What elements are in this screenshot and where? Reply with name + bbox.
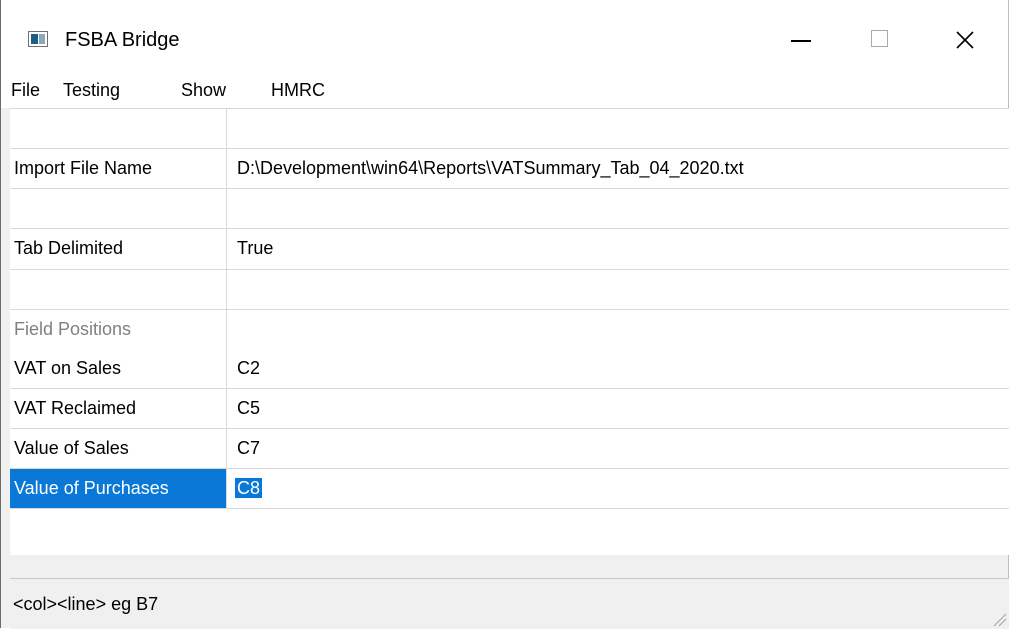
properties-grid[interactable]: Import File Name D:\Development\win64\Re… bbox=[10, 108, 1009, 555]
menu-testing[interactable]: Testing bbox=[63, 79, 120, 101]
status-bar: <col><line> eg B7 bbox=[10, 578, 1009, 629]
grid-key-cell[interactable]: VAT on Sales bbox=[10, 349, 227, 388]
grid-value-cell[interactable]: C7 bbox=[227, 429, 1009, 468]
close-button[interactable] bbox=[941, 18, 987, 62]
grid-key-cell[interactable] bbox=[10, 270, 227, 309]
grid-row-field-positions[interactable]: Field Positions bbox=[10, 310, 1009, 349]
grid-row[interactable] bbox=[10, 270, 1009, 310]
app-icon bbox=[28, 31, 48, 47]
grid-row-import-file-name[interactable]: Import File Name D:\Development\win64\Re… bbox=[10, 149, 1009, 189]
grid-value-cell[interactable] bbox=[227, 270, 1009, 309]
grid-value-cell[interactable] bbox=[227, 310, 1009, 349]
grid-row[interactable] bbox=[10, 109, 1009, 149]
grid-key-cell[interactable]: Import File Name bbox=[10, 149, 227, 188]
status-hint: <col><line> eg B7 bbox=[13, 594, 159, 614]
grid-value-text: C8 bbox=[235, 478, 263, 498]
grid-value-cell[interactable]: D:\Development\win64\Reports\VATSummary_… bbox=[227, 149, 1009, 188]
grid-row[interactable] bbox=[10, 189, 1009, 229]
close-icon bbox=[956, 31, 974, 49]
grid-value-cell[interactable] bbox=[227, 109, 1009, 148]
grid-key-cell[interactable]: Tab Delimited bbox=[10, 229, 227, 269]
grid-value-cell-selected[interactable]: C8 bbox=[227, 469, 1009, 508]
window-title: FSBA Bridge bbox=[65, 29, 180, 51]
grid-section-header: Field Positions bbox=[10, 310, 227, 349]
app-window: FSBA Bridge File Testing Show HMRC Impor… bbox=[0, 0, 1009, 629]
grid-key-cell-selected[interactable]: Value of Purchases bbox=[10, 469, 227, 508]
minimize-button[interactable] bbox=[774, 18, 820, 62]
grid-key-cell[interactable]: Value of Sales bbox=[10, 429, 227, 468]
grid-value-cell[interactable]: C2 bbox=[227, 349, 1009, 388]
grid-value-cell[interactable] bbox=[227, 189, 1009, 228]
grid-key-cell[interactable] bbox=[10, 109, 227, 148]
menu-file[interactable]: File bbox=[11, 79, 40, 101]
grid-row-value-of-sales[interactable]: Value of Sales C7 bbox=[10, 429, 1009, 469]
menu-show[interactable]: Show bbox=[181, 79, 226, 101]
grid-value-cell[interactable]: True bbox=[227, 229, 1009, 269]
grid-row-tab-delimited[interactable]: Tab Delimited True bbox=[10, 229, 1009, 270]
maximize-button[interactable] bbox=[856, 18, 902, 62]
grid-key-cell[interactable] bbox=[10, 189, 227, 228]
resize-grip-icon[interactable] bbox=[991, 611, 1007, 627]
maximize-icon bbox=[871, 30, 888, 47]
grid-row-vat-on-sales[interactable]: VAT on Sales C2 bbox=[10, 349, 1009, 389]
minimize-icon bbox=[791, 40, 811, 42]
grid-row-value-of-purchases[interactable]: Value of Purchases C8 bbox=[10, 469, 1009, 509]
menu-hmrc[interactable]: HMRC bbox=[271, 79, 325, 101]
menu-bar: File Testing Show HMRC bbox=[1, 72, 1008, 108]
grid-row-vat-reclaimed[interactable]: VAT Reclaimed C5 bbox=[10, 389, 1009, 429]
grid-key-cell[interactable]: VAT Reclaimed bbox=[10, 389, 227, 428]
title-bar[interactable]: FSBA Bridge bbox=[1, 0, 1008, 72]
grid-value-cell[interactable]: C5 bbox=[227, 389, 1009, 428]
